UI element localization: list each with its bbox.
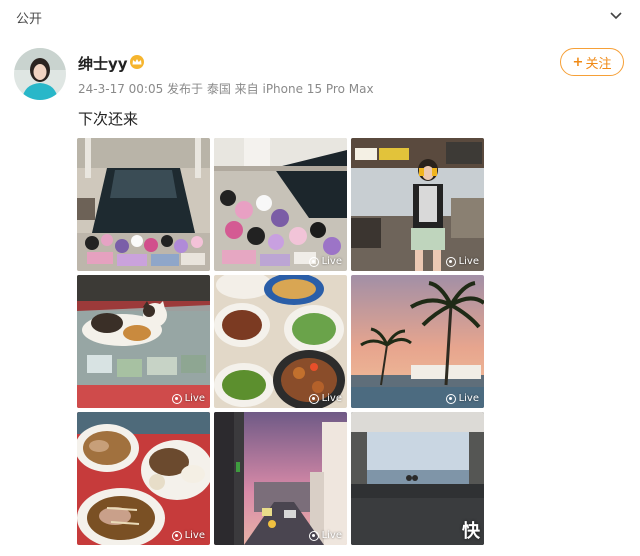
live-badge: Live [445,393,479,404]
live-label: Live [184,393,205,404]
live-badge: Live [308,530,342,541]
live-label: Live [321,530,342,541]
photo-plush-toys-by-pool[interactable]: Live [214,138,347,271]
photo-sunset-palm-trees[interactable]: Live [351,275,484,408]
photo-thai-food-table[interactable]: Live [214,275,347,408]
live-label: Live [321,393,342,404]
live-badge: Live [171,393,205,404]
live-label: Live [184,530,205,541]
live-badge: Live [308,393,342,404]
photo-street-at-dusk[interactable]: Live [214,412,347,545]
crown-badge-icon [130,55,144,69]
live-badge: Live [445,256,479,267]
live-icon [171,530,182,541]
avatar[interactable] [14,48,66,100]
watermark: 快 [462,521,480,542]
live-label: Live [458,256,479,267]
photo-cat-on-display-case[interactable]: Live [77,275,210,408]
photo-girl-in-shop[interactable]: Live [351,138,484,271]
visibility-label: 公开 [16,12,43,27]
post-text: 下次还来 [78,110,139,128]
live-badge: Live [308,256,342,267]
plus-icon: + [572,54,584,70]
photo-noodle-soup-and-rice[interactable]: Live [77,412,210,545]
post-meta: 24-3-17 00:05 发布于 泰国 来自 iPhone 15 Pro Ma… [78,82,374,96]
chevron-down-icon[interactable] [608,8,624,24]
live-label: Live [458,393,479,404]
top-bar: 公开 [0,0,640,34]
live-icon [171,393,182,404]
photo-pool-with-plush-toys[interactable] [77,138,210,271]
live-icon [308,530,319,541]
live-badge: Live [171,530,205,541]
live-icon [445,256,456,267]
username[interactable]: 绅士yy [78,53,128,74]
follow-button[interactable]: + 关注 [560,48,624,76]
live-label: Live [321,256,342,267]
live-icon [308,393,319,404]
live-icon [445,393,456,404]
live-icon [308,256,319,267]
photo-sea-view-from-terrace[interactable]: 快 [351,412,484,545]
follow-label: 关注 [585,56,612,72]
